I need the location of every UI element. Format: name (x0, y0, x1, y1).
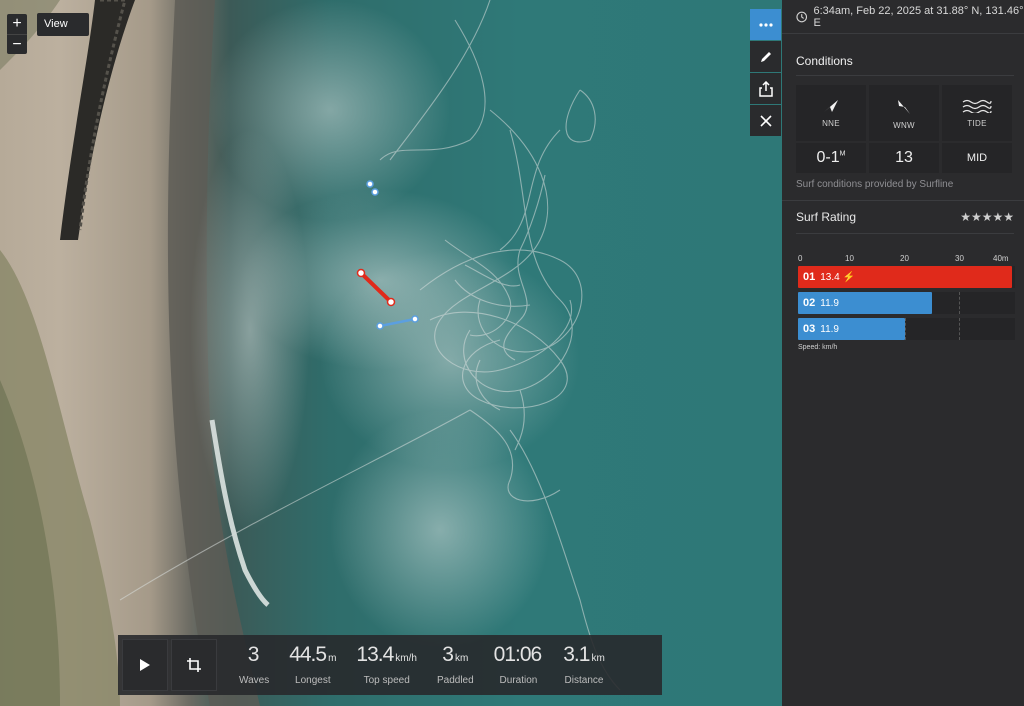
wave-speed: 11.9 (820, 323, 839, 335)
stat-unit: km/h (395, 653, 417, 664)
gridline (958, 318, 960, 340)
gridline (905, 318, 906, 340)
stat-label: Duration (499, 675, 538, 686)
stat-unit: km (454, 653, 469, 664)
conditions-title: Conditions (796, 54, 853, 68)
stat-unit: km (591, 653, 605, 664)
view-tooltip: View (37, 13, 89, 36)
zoom-controls: + − (7, 14, 27, 54)
map-toolbar (750, 9, 781, 137)
session-meta: 6:34am, Feb 22, 2025 at 31.88° N, 131.46… (796, 5, 1024, 29)
surf-rating: Surf Rating ★★★★★ (796, 210, 1014, 224)
close-icon (759, 114, 772, 127)
chart-axis: 0 10 20 30 40m (798, 252, 1015, 266)
stat-value: 13.4 (356, 643, 394, 666)
stat-value: 3 (442, 643, 454, 666)
stat-top-speed: 13.4 km/h Top speed (356, 635, 417, 695)
wave-number: 01 (803, 271, 816, 283)
session-map[interactable]: + − View 3 Waves 44.5 m Longest 13.4 km/… (0, 0, 782, 706)
axis-tick: 0 (798, 254, 803, 263)
divider (782, 200, 1024, 201)
conditions-provider: Surf conditions provided by Surfline (796, 179, 954, 190)
more-button[interactable] (750, 9, 781, 40)
axis-tick: 10 (845, 254, 854, 263)
zoom-in-button[interactable]: + (7, 14, 27, 34)
share-icon (758, 80, 773, 97)
zoom-out-button[interactable]: − (7, 34, 27, 54)
divider (782, 33, 1024, 34)
swell-height-unit: M (839, 150, 846, 158)
wave-speed: 11.9 (820, 297, 839, 309)
stat-value: 01:06 (493, 643, 543, 666)
satellite-imagery (0, 0, 621, 706)
stat-label: Top speed (363, 675, 410, 686)
swell-cell: NNE (796, 85, 866, 141)
pencil-icon (760, 51, 771, 62)
surf-session-app: + − View 3 Waves 44.5 m Longest 13.4 km/… (0, 0, 1024, 706)
session-details-panel: 6:34am, Feb 22, 2025 at 31.88° N, 131.46… (782, 0, 1024, 706)
axis-tick: 40m (993, 254, 1009, 263)
conditions-grid: NNE WNW TIDE 0-1M 13 MID (796, 85, 1014, 173)
crop-button[interactable] (171, 639, 217, 691)
edit-button[interactable] (750, 41, 781, 72)
stats-list: 3 Waves 44.5 m Longest 13.4 km/h Top speed… (217, 635, 662, 695)
tide-label: TIDE (967, 118, 987, 128)
wind-speed: 13 (869, 143, 939, 173)
wave-row-02[interactable]: 02 11.9 (798, 292, 1015, 314)
stat-value: 44.5 (289, 643, 327, 666)
session-meta-text: 6:34am, Feb 22, 2025 at 31.88° N, 131.46… (813, 5, 1024, 29)
close-button[interactable] (750, 105, 781, 136)
wave-bar[interactable]: 03 11.9 (798, 318, 905, 340)
wave-number: 03 (803, 323, 816, 335)
wave-row-03[interactable]: 03 11.9 (798, 318, 1015, 340)
surf-rating-title: Surf Rating (796, 210, 857, 224)
share-button[interactable] (750, 73, 781, 104)
stat-unit: m (328, 653, 337, 664)
wind-direction-label: WNW (893, 120, 915, 130)
divider (796, 233, 1014, 234)
tide-state: MID (942, 143, 1012, 173)
divider (796, 75, 1014, 76)
axis-tick: 30 (955, 254, 964, 263)
stat-label: Distance (564, 675, 604, 686)
wave-bars: 01 13.4 ⚡ 02 11.9 03 11.9 (798, 266, 1015, 340)
wave-bar[interactable]: 01 13.4 ⚡ (798, 266, 1012, 288)
stat-label: Waves (239, 675, 270, 686)
stat-distance: 3.1 km Distance (563, 635, 605, 695)
stat-value: 3.1 (563, 643, 590, 666)
wave-speed: 13.4 ⚡ (820, 271, 855, 283)
more-icon (758, 22, 773, 27)
wave-bar[interactable]: 02 11.9 (798, 292, 932, 314)
wave-row-01[interactable]: 01 13.4 ⚡ (798, 266, 1015, 288)
tide-cell: TIDE (942, 85, 1012, 141)
crop-icon (187, 658, 201, 672)
clock-icon (796, 11, 808, 23)
wave-number: 02 (803, 297, 816, 309)
session-stats-bar: 3 Waves 44.5 m Longest 13.4 km/h Top speed… (118, 635, 662, 695)
wind-cell: WNW (869, 85, 939, 141)
tide-icon (962, 99, 992, 113)
axis-tick: 20 (900, 254, 909, 263)
stat-label: Longest (295, 675, 331, 686)
speed-note: Speed: km/h (798, 344, 838, 351)
swell-height: 0-1M (796, 143, 866, 173)
wind-direction-icon (898, 99, 910, 114)
play-button[interactable] (122, 639, 168, 691)
stat-longest: 44.5 m Longest (289, 635, 336, 695)
stat-duration: 01:06 Duration (494, 635, 544, 695)
stat-value: 3 (247, 643, 260, 666)
stat-label: Paddled (436, 675, 474, 686)
swell-direction-icon (824, 99, 838, 112)
play-icon (140, 659, 150, 671)
gridline (958, 292, 960, 314)
swell-height-value: 0-1 (816, 149, 840, 166)
stat-waves: 3 Waves (239, 635, 269, 695)
stat-paddled: 3 km Paddled (437, 635, 474, 695)
wave-chart: 0 10 20 30 40m 01 13.4 ⚡ 02 11.9 03 11.9 Spee… (798, 252, 1015, 351)
rating-stars[interactable]: ★★★★★ (960, 210, 1014, 224)
swell-direction-label: NNE (822, 118, 840, 128)
